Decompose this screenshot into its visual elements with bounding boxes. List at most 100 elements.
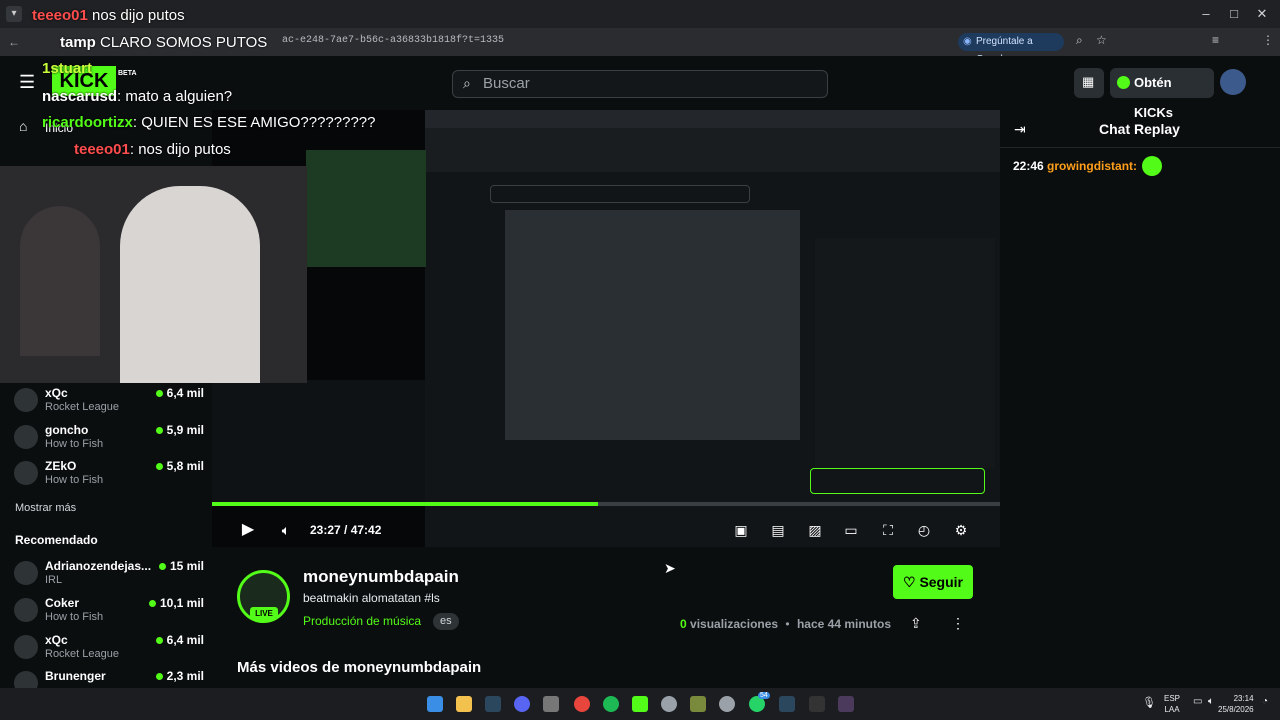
sidebar-channel-item[interactable]: Adrianozendejas... IRL 15 mil <box>14 559 204 595</box>
url-text[interactable]: ac-e248-7ae7-b56c-a36833b1818f?t=1335 <box>282 35 504 46</box>
app-icon[interactable] <box>690 696 706 712</box>
app-icon[interactable] <box>838 696 854 712</box>
microphone-icon[interactable]: 🎙︎ <box>1142 696 1156 709</box>
user-avatar[interactable] <box>1220 69 1246 95</box>
collapse-chat-icon[interactable]: ⇥ <box>1014 121 1026 138</box>
progress-fill <box>212 502 599 506</box>
overlay-chat-line: ricardoortizx: QUIEN ES ESE AMIGO???????… <box>42 114 376 131</box>
notification-badge: 54 <box>758 692 770 699</box>
sidebar-channel-item[interactable]: ZEkO How to Fish 5,8 mil <box>14 459 204 495</box>
channel-avatar <box>14 388 38 412</box>
channel-name: goncho <box>45 423 89 437</box>
miniplayer-icon[interactable]: ▣ <box>733 522 749 538</box>
inner-chat-input <box>810 468 985 494</box>
beta-label: BETA <box>118 70 137 77</box>
language-tag[interactable]: es <box>433 613 459 630</box>
chrome-icon[interactable] <box>574 696 590 712</box>
overlay-chat-line: teeeo01: nos dijo putos <box>74 141 231 158</box>
fullscreen-icon[interactable]: ⛶ <box>880 522 896 538</box>
channel-name: xQc <box>45 633 68 647</box>
sidebar-channel-item[interactable]: xQc Rocket League 6,4 mil <box>14 633 204 669</box>
google-lens-icon: ◉ <box>963 36 972 47</box>
ccleaner-icon[interactable] <box>719 696 735 712</box>
channel-title[interactable]: moneynumbdapain <box>303 567 459 587</box>
kicks-coin-icon <box>1117 76 1130 89</box>
zoom-icon[interactable]: ⌕ <box>1076 33 1083 48</box>
system-clock[interactable]: 23:14 25/8/2026 <box>1218 693 1254 715</box>
playback-speed-icon[interactable]: ◴ <box>916 522 932 538</box>
clip-icon[interactable]: ▤ <box>770 522 786 538</box>
category-link[interactable]: Producción de música <box>303 614 421 628</box>
start-icon[interactable] <box>427 696 443 712</box>
viewer-count: 15 mil <box>158 559 204 573</box>
views-count: 0 <box>680 617 687 631</box>
timecode: 23:27 / 47:42 <box>310 523 382 537</box>
viewer-count: 6,4 mil <box>155 633 204 647</box>
sidebar-channel-item[interactable]: xQc Rocket League 6,4 mil <box>14 386 204 422</box>
back-icon[interactable]: ← <box>8 35 20 49</box>
share-icon[interactable]: ⇪ <box>910 615 922 632</box>
play-button[interactable]: ▶ <box>240 522 256 538</box>
get-kicks-button[interactable]: Obtén KICKs <box>1110 68 1214 120</box>
ccleaner-icon[interactable] <box>661 696 677 712</box>
kick-app-icon[interactable] <box>632 696 648 712</box>
network-icon[interactable]: ▭ <box>1193 696 1202 707</box>
notifications-icon[interactable]: ◔ <box>1262 696 1268 707</box>
theater-off-icon[interactable]: ▨ <box>807 522 823 538</box>
inner-sidebar <box>212 380 425 502</box>
volume-icon[interactable]: 🔈︎ <box>1208 696 1214 707</box>
close-window-button[interactable]: ✕ <box>1252 4 1272 24</box>
discord-icon[interactable] <box>514 696 530 712</box>
maximize-button[interactable]: □ <box>1224 4 1244 24</box>
browser-tab-bar: ▾ – □ ✕ <box>0 0 1280 28</box>
spotify-icon[interactable] <box>603 696 619 712</box>
sidebar-channel-item[interactable]: goncho How to Fish 5,9 mil <box>14 423 204 459</box>
home-icon[interactable]: ⌂ <box>19 118 27 134</box>
follow-button[interactable]: ♡ Seguir <box>893 565 973 599</box>
app-icon[interactable] <box>809 696 825 712</box>
chat-message: 22:46 growingdistant: <box>1013 156 1162 176</box>
recommended-heading: Recomendado <box>15 533 98 547</box>
more-options-icon[interactable]: ⋮ <box>951 615 965 632</box>
sidebar-channel-item[interactable]: Brunenger 2,3 mil <box>14 669 204 688</box>
viewer-count-value: 5,8 mil <box>166 459 204 473</box>
settings-gear-icon[interactable]: ⚙ <box>953 522 969 538</box>
channel-name: Brunenger <box>45 669 106 683</box>
minimize-button[interactable]: – <box>1196 4 1216 24</box>
sidebar-channel-item[interactable]: Coker How to Fish 10,1 mil <box>14 596 204 632</box>
viewer-count-value: 6,4 mil <box>166 633 204 647</box>
grid-view-button[interactable]: ▦ <box>1074 68 1104 98</box>
tab-list-button[interactable]: ▾ <box>6 6 22 22</box>
viewer-count-value: 2,3 mil <box>166 669 204 683</box>
volume-button[interactable]: 🔈︎ <box>278 522 294 538</box>
chat-username[interactable]: growingdistant: <box>1047 159 1137 173</box>
app-icon[interactable] <box>543 696 559 712</box>
mouse-cursor-icon: ➤ <box>664 560 676 576</box>
webcam-person-right <box>120 186 260 383</box>
theater-mode-icon[interactable]: ▭ <box>843 522 859 538</box>
channel-avatar <box>14 671 38 688</box>
steam-icon[interactable] <box>485 696 501 712</box>
hamburger-menu-icon[interactable]: ☰ <box>19 72 35 93</box>
menu-dots-icon[interactable]: ⋮ <box>1262 33 1274 47</box>
steam-icon[interactable] <box>779 696 795 712</box>
channel-category: IRL <box>45 574 63 586</box>
bookmark-star-icon[interactable]: ☆ <box>1096 33 1107 47</box>
channel-category: Rocket League <box>45 401 119 413</box>
live-dot-icon <box>155 673 163 680</box>
ask-google-button[interactable]: ◉ Pregúntale a Google <box>958 33 1064 65</box>
show-more-link[interactable]: Mostrar más <box>15 502 76 514</box>
channel-avatar <box>14 425 38 449</box>
live-dot-icon <box>155 463 163 470</box>
inner-nested-screen <box>505 210 800 440</box>
overlay-chat-user: teeeo01 <box>74 141 130 158</box>
channel-avatar <box>14 635 38 659</box>
overlay-chat-text: mato a alguien? <box>125 88 233 105</box>
inner-search <box>490 185 750 203</box>
language-indicator[interactable]: ESP LAA <box>1164 693 1180 715</box>
sidebar-icon[interactable]: ≡ <box>1212 33 1219 47</box>
file-explorer-icon[interactable] <box>456 696 472 712</box>
viewer-count: 10,1 mil <box>148 596 204 610</box>
overlay-chat-user: nascarusd <box>42 88 118 105</box>
viewer-count-value: 15 mil <box>169 559 204 573</box>
